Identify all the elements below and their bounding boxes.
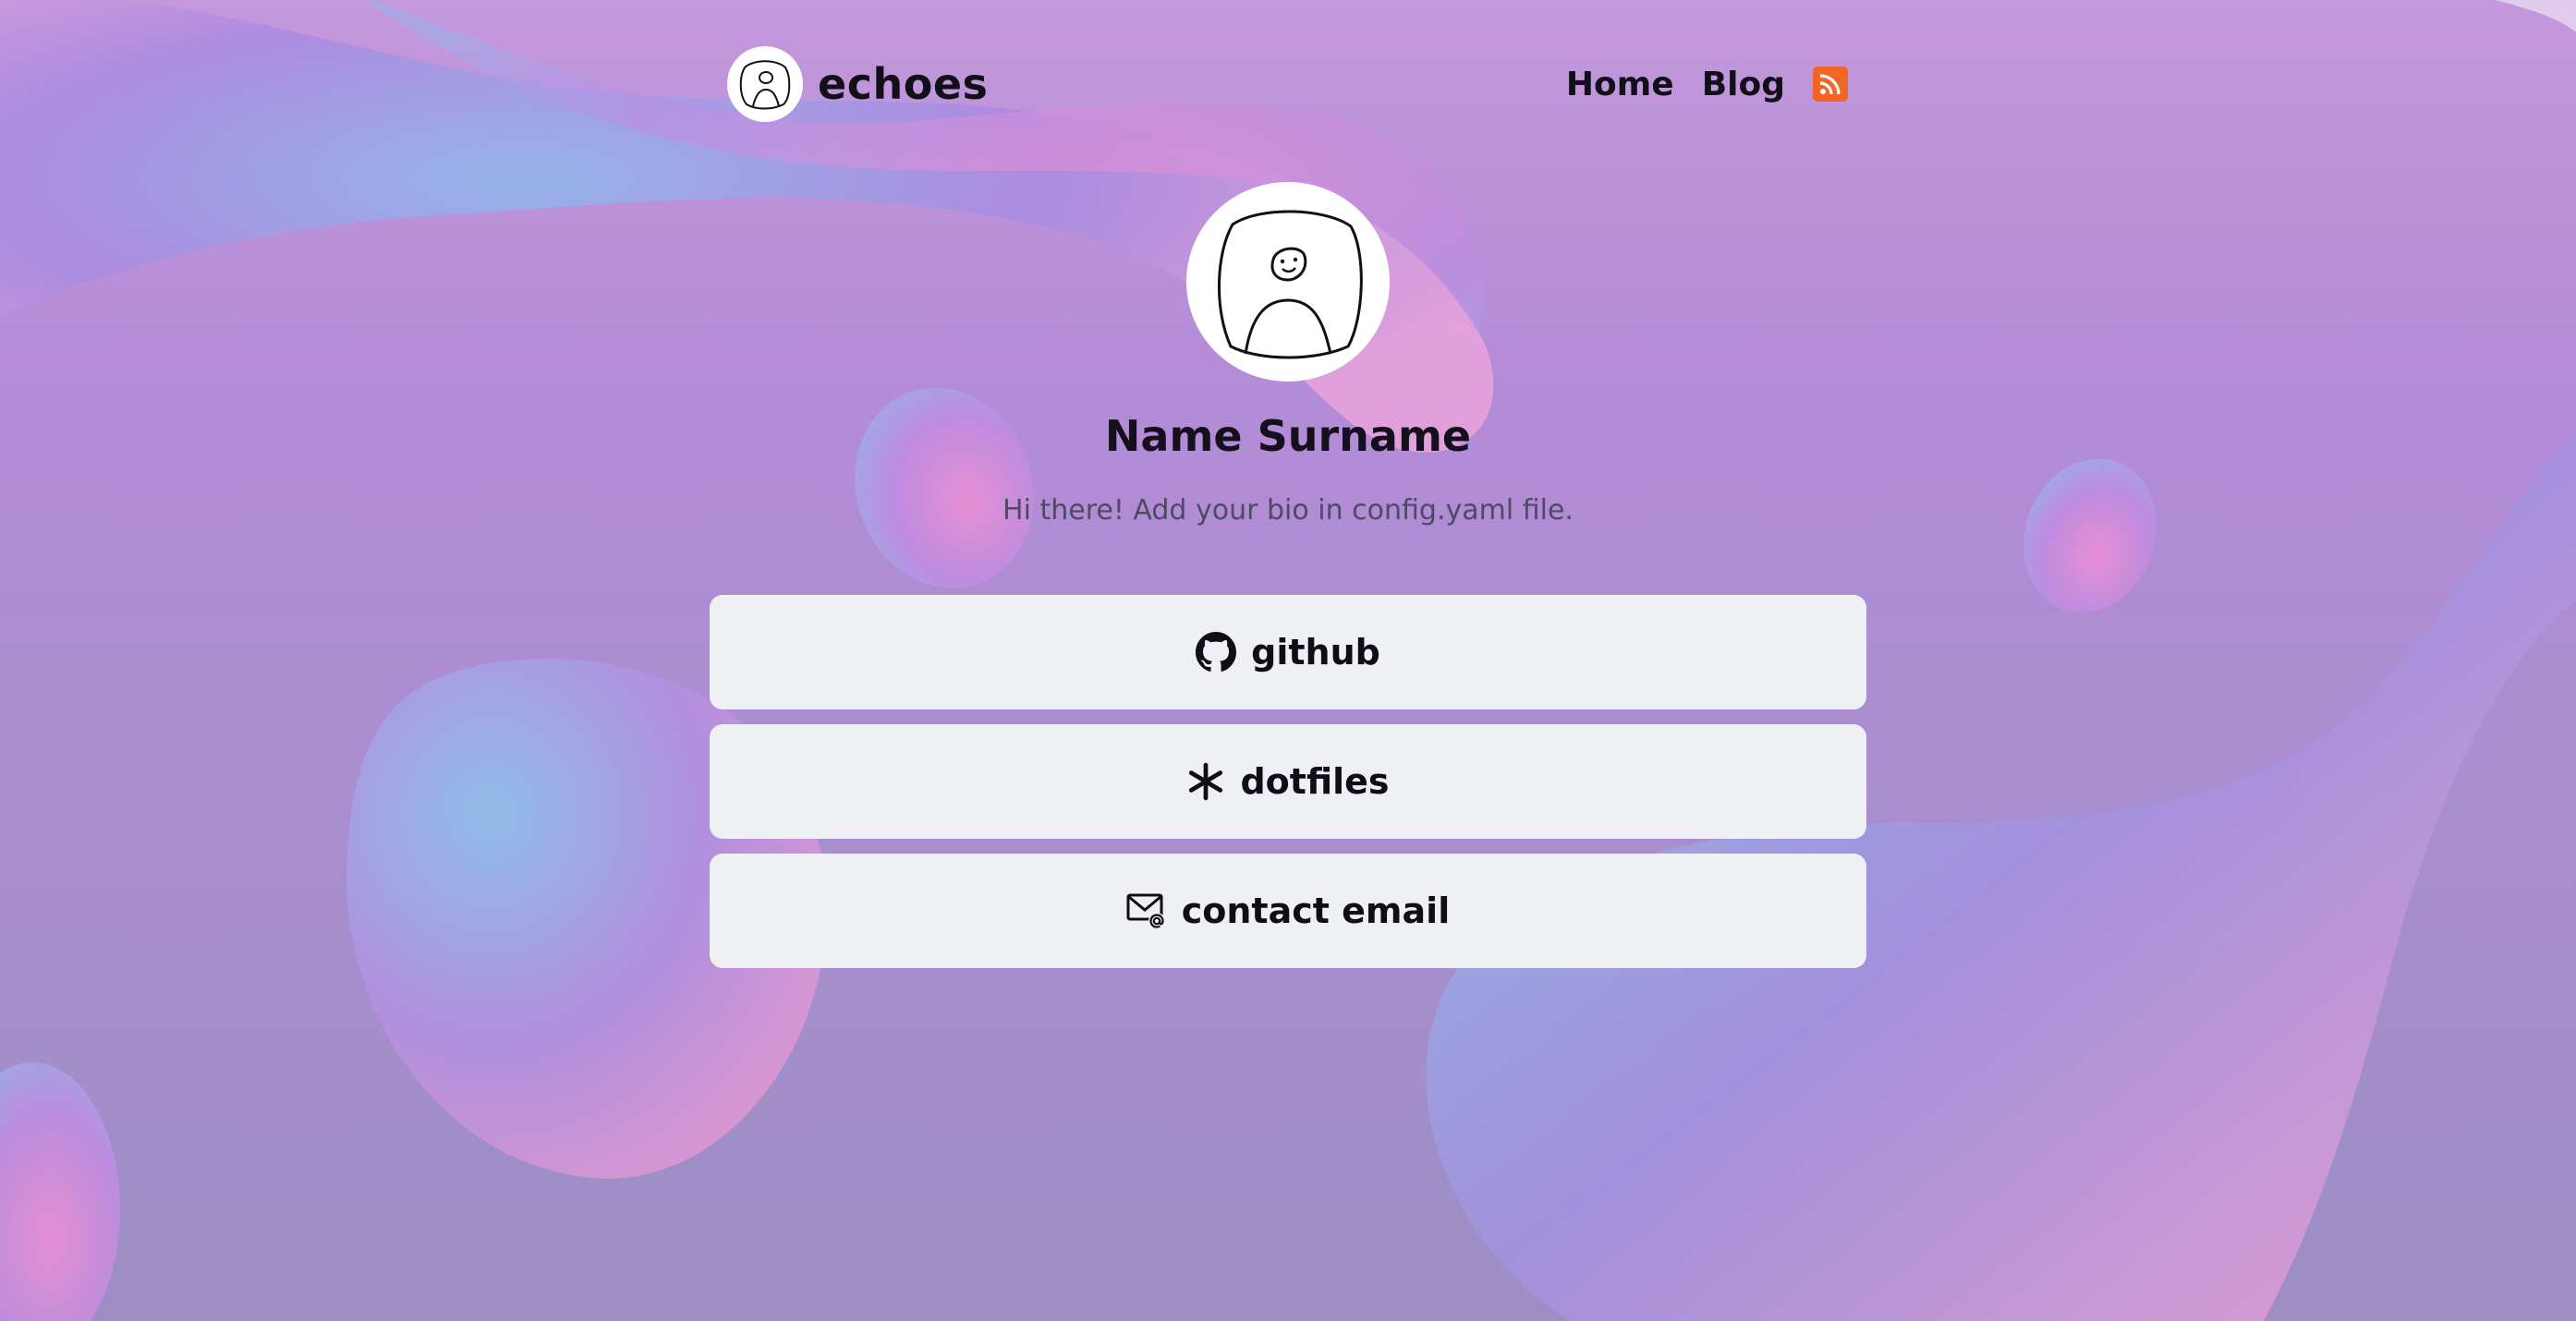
site-name: echoes: [818, 59, 989, 109]
page: echoes Home Blog Name Surname Hi there! …: [0, 0, 2576, 1321]
contact-email-link-label: contact email: [1181, 891, 1451, 931]
dotfiles-link-button[interactable]: dotfiles: [710, 724, 1866, 839]
github-link-button[interactable]: github: [710, 595, 1866, 709]
brand-link[interactable]: echoes: [727, 46, 988, 122]
main-nav: Home Blog: [1566, 61, 1848, 107]
nav-blog-link[interactable]: Blog: [1702, 66, 1785, 103]
rss-icon[interactable]: [1813, 67, 1848, 102]
contact-email-link-button[interactable]: contact email: [710, 854, 1866, 968]
dotfiles-link-label: dotfiles: [1240, 761, 1390, 802]
email-icon: [1126, 892, 1167, 929]
asterisk-icon: [1186, 762, 1225, 801]
person-sketch-icon: [1218, 210, 1363, 359]
profile-name: Name Surname: [1104, 411, 1472, 461]
github-icon: [1196, 632, 1237, 673]
nav-home-link[interactable]: Home: [1566, 66, 1674, 103]
github-link-label: github: [1251, 632, 1380, 673]
profile-avatar: [1186, 182, 1390, 382]
links-list: github dotfiles contact email: [710, 595, 1866, 983]
profile-bio: Hi there! Add your bio in config.yaml fi…: [1002, 494, 1574, 527]
avatar-icon: [727, 46, 803, 122]
